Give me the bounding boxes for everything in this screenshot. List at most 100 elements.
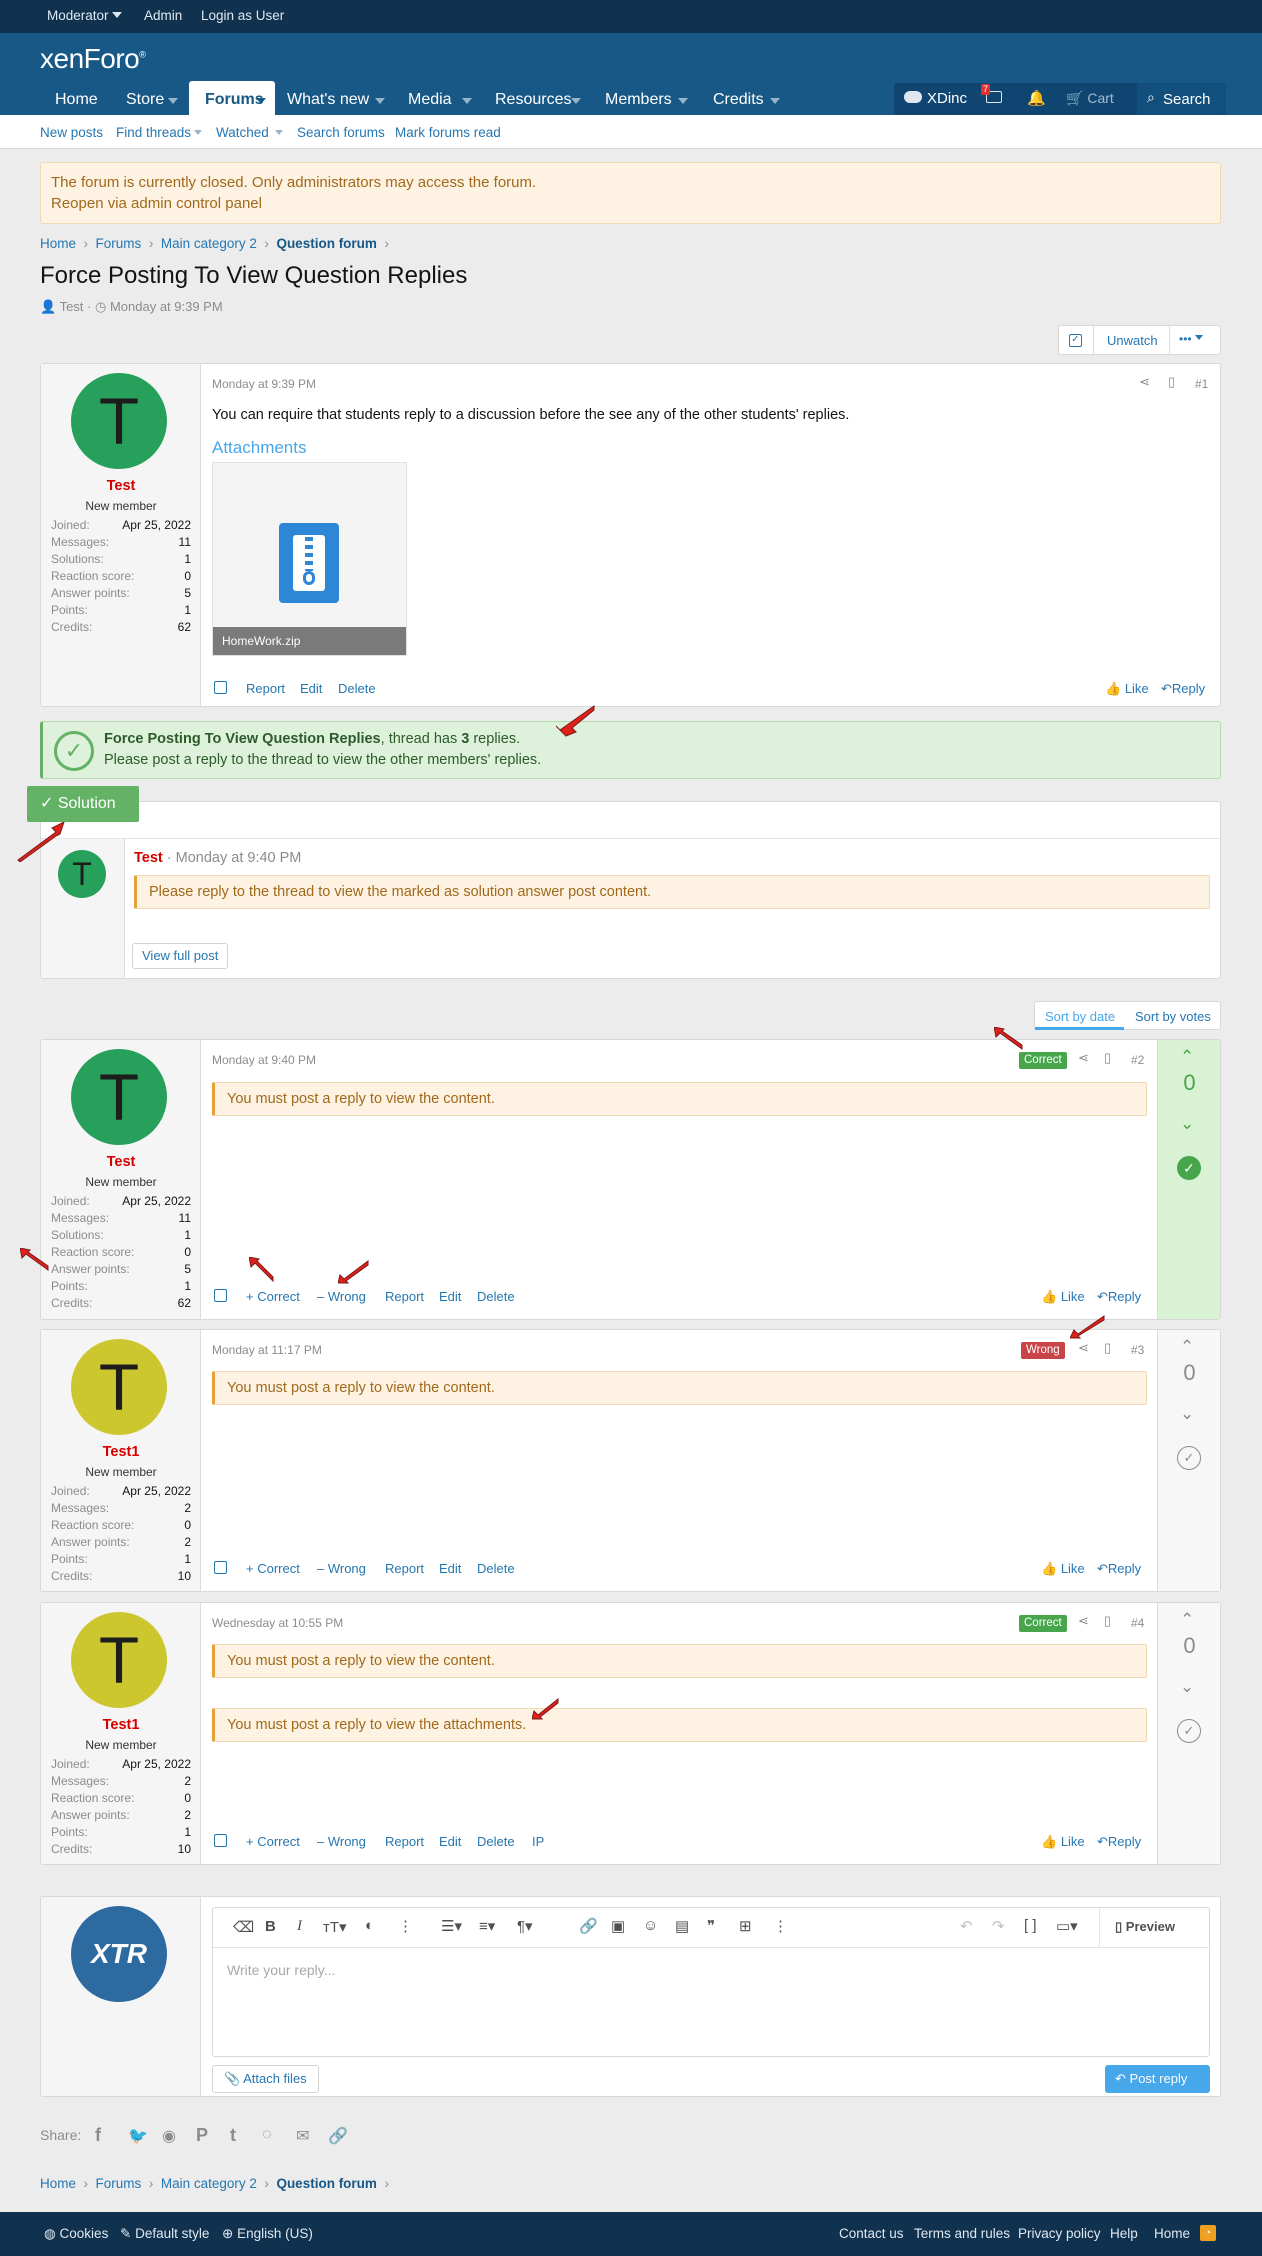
media-icon[interactable]: ▤ [675,1917,689,1935]
vote-correct-link[interactable]: + Correct [246,1561,300,1576]
select-checkbox[interactable] [214,1834,227,1847]
ip-link[interactable]: IP [532,1834,544,1849]
vote-correct-link[interactable]: + Correct [246,1834,300,1849]
select-checkbox[interactable] [214,681,227,694]
link-icon[interactable]: 🔗 [579,1917,598,1935]
tumblr-icon[interactable]: t [230,2125,236,2146]
sort-by-date-tab[interactable]: Sort by date [1045,1009,1115,1024]
preview-button[interactable]: ▯ Preview [1115,1919,1175,1935]
language-chooser-link[interactable]: ⊕ English (US) [222,2226,313,2242]
post-number[interactable]: #3 [1131,1343,1144,1357]
solution-check-icon[interactable]: ✓ [1177,1156,1201,1180]
nav-whats-new[interactable]: What's new [287,91,369,109]
downvote-icon[interactable]: ⌄ [1180,1677,1194,1697]
post-date[interactable]: Monday at 11:17 PM [212,1343,322,1357]
bookmark-icon[interactable]: ▯ [1168,374,1175,390]
smiley-icon[interactable]: ☺ [643,1917,658,1934]
nav-media[interactable]: Media [408,91,452,109]
bold-icon[interactable]: B [265,1918,276,1935]
thread-author[interactable]: Test [60,299,84,314]
username[interactable]: Test [41,478,201,494]
chevron-down-icon[interactable] [375,98,385,104]
list-icon[interactable]: ☰▾ [441,1917,462,1935]
vote-correct-link[interactable]: + Correct [246,1289,300,1304]
drafts-icon[interactable]: ▭▾ [1056,1917,1078,1935]
report-link[interactable]: Report [385,1561,424,1576]
facebook-icon[interactable]: f [95,2125,101,2146]
terms-link[interactable]: Terms and rules [914,2226,1010,2241]
account-link[interactable]: XDinc [927,90,967,107]
align-icon[interactable]: ≡▾ [479,1917,495,1935]
like-button[interactable]: 👍 Like [1041,1834,1085,1850]
more-text-icon[interactable]: ⋮ [398,1917,413,1935]
username[interactable]: Test1 [41,1717,201,1733]
like-button[interactable]: 👍 Like [1041,1561,1085,1577]
breadcrumb-forum[interactable]: Question forum [276,2176,377,2191]
solution-date[interactable]: Monday at 9:40 PM [176,850,302,866]
share-icon[interactable]: ⋖ [1078,1050,1089,1066]
unwatch-button[interactable]: Unwatch [1107,333,1158,348]
chevron-down-icon[interactable] [678,98,688,104]
find-threads-link[interactable]: Find threads [116,125,191,140]
edit-link[interactable]: Edit [439,1834,461,1849]
cookies-link[interactable]: ◍ Cookies [44,2226,108,2242]
font-size-icon[interactable]: тT▾ [323,1918,347,1936]
bookmark-icon[interactable]: ▯ [1104,1613,1111,1629]
post-number[interactable]: #2 [1131,1053,1144,1067]
username[interactable]: Test [41,1154,201,1170]
chevron-down-icon[interactable] [168,98,178,104]
clear-format-icon[interactable]: ⌫ [233,1918,254,1936]
like-button[interactable]: 👍 Like [1105,681,1149,697]
post-date[interactable]: Wednesday at 10:55 PM [212,1616,343,1630]
breadcrumb-category[interactable]: Main category 2 [161,236,257,251]
home-link[interactable]: Home [1154,2226,1190,2241]
breadcrumb-home[interactable]: Home [40,2176,76,2191]
rss-icon[interactable]: ◔ [1200,2225,1216,2241]
breadcrumb-forums[interactable]: Forums [96,2176,142,2191]
avatar[interactable]: T [71,1049,167,1145]
login-as-user-link[interactable]: Login as User [201,8,284,23]
edit-link[interactable]: Edit [439,1289,461,1304]
post-date[interactable]: Monday at 9:39 PM [212,377,316,391]
post-date[interactable]: Monday at 9:40 PM [212,1053,316,1067]
share-icon[interactable]: ⋖ [1078,1340,1089,1356]
reopen-link[interactable]: Reopen via admin control panel [51,193,1210,214]
share-icon[interactable]: ⋖ [1078,1613,1089,1629]
breadcrumb-home[interactable]: Home [40,236,76,251]
chevron-down-icon[interactable] [194,130,202,135]
vote-wrong-link[interactable]: – Wrong [317,1561,366,1576]
contact-us-link[interactable]: Contact us [839,2226,904,2241]
reddit-icon[interactable]: ◉ [162,2126,176,2146]
post-reply-button[interactable]: ↶ Post reply [1105,2065,1210,2093]
upvote-icon[interactable]: ⌃ [1180,1337,1194,1357]
link-icon[interactable]: 🔗 [328,2126,348,2146]
nav-members[interactable]: Members [605,91,672,109]
reply-button[interactable]: ↶Reply [1097,1289,1141,1305]
vote-wrong-link[interactable]: – Wrong [317,1834,366,1849]
solution-author[interactable]: Test [134,850,163,866]
bookmark-icon[interactable]: ▯ [1104,1050,1111,1066]
paragraph-icon[interactable]: ¶▾ [517,1917,533,1935]
email-icon[interactable]: ✉ [296,2126,309,2146]
post-number[interactable]: #1 [1195,377,1208,391]
edit-link[interactable]: Edit [439,1561,461,1576]
view-full-post-button[interactable]: View full post [132,943,229,969]
avatar[interactable]: T [71,1612,167,1708]
cart-link[interactable]: 🛒 Cart [1066,90,1114,107]
privacy-link[interactable]: Privacy policy [1018,2226,1101,2241]
avatar[interactable]: T [71,1339,167,1435]
mark-forums-read-link[interactable]: Mark forums read [395,125,501,140]
breadcrumb-forum[interactable]: Question forum [276,236,377,251]
style-chooser-link[interactable]: ✎ Default style [120,2226,209,2242]
vote-wrong-link[interactable]: – Wrong [317,1289,366,1304]
chevron-down-icon[interactable] [275,130,283,135]
avatar[interactable]: T [71,373,167,469]
post-number[interactable]: #4 [1131,1616,1144,1630]
select-checkbox[interactable] [214,1289,227,1302]
breadcrumb-forums[interactable]: Forums [96,236,142,251]
attach-files-button[interactable]: 📎 Attach files [212,2065,319,2093]
downvote-icon[interactable]: ⌄ [1180,1404,1194,1424]
site-logo[interactable]: xenForo® [40,43,146,75]
select-checkbox[interactable]: ✓ [1069,334,1082,347]
upvote-icon[interactable]: ⌃ [1180,1047,1194,1067]
